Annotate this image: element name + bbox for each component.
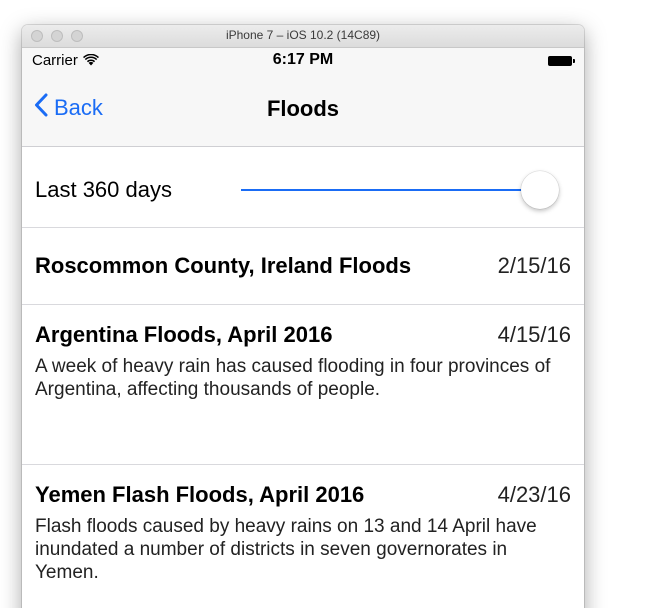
window-title: iPhone 7 – iOS 10.2 (14C89) bbox=[225, 28, 381, 42]
navigation-bar: Back Floods bbox=[22, 72, 584, 147]
event-date: 4/23/16 bbox=[497, 482, 571, 507]
event-date: 4/15/16 bbox=[497, 322, 571, 347]
battery-icon bbox=[548, 56, 575, 66]
event-title: Roscommon County, Ireland Floods bbox=[35, 253, 412, 278]
event-description: A week of heavy rain has caused flooding… bbox=[35, 356, 551, 400]
event-row-header: Roscommon County, Ireland Floods 2/15/16 bbox=[35, 251, 571, 283]
event-row-header: Argentina Floods, April 2016 4/15/16 bbox=[35, 320, 571, 352]
event-title: Argentina Floods, April 2016 bbox=[35, 322, 333, 347]
page: iPhone 7 – iOS 10.2 (14C89) Carrier 6:17… bbox=[0, 0, 652, 608]
page-title: Floods bbox=[266, 96, 340, 121]
device-screen: Carrier 6:17 PM Back Floods Last 360 day… bbox=[22, 48, 584, 608]
event-title: Yemen Flash Floods, April 2016 bbox=[35, 482, 365, 507]
slider-thumb[interactable] bbox=[521, 171, 559, 209]
event-row[interactable]: Yemen Flash Floods, April 2016 4/23/16 F… bbox=[22, 480, 584, 608]
simulator-window: iPhone 7 – iOS 10.2 (14C89) Carrier 6:17… bbox=[22, 25, 584, 608]
date-range-filter: Last 360 days bbox=[22, 147, 584, 228]
event-description: Flash floods caused by heavy rains on 13… bbox=[35, 516, 537, 583]
slider-fill bbox=[241, 189, 540, 191]
event-row-header: Yemen Flash Floods, April 2016 4/23/16 bbox=[35, 480, 571, 512]
event-row[interactable]: Argentina Floods, April 2016 4/15/16 A w… bbox=[22, 320, 584, 465]
date-range-label: Last 360 days bbox=[35, 177, 172, 202]
event-date: 2/15/16 bbox=[497, 253, 571, 278]
status-bar: Carrier 6:17 PM bbox=[22, 48, 584, 72]
window-titlebar: iPhone 7 – iOS 10.2 (14C89) bbox=[22, 25, 584, 48]
event-row[interactable]: Roscommon County, Ireland Floods 2/15/16 bbox=[22, 228, 584, 305]
date-range-slider[interactable] bbox=[241, 171, 559, 209]
status-time: 6:17 PM bbox=[272, 51, 334, 68]
